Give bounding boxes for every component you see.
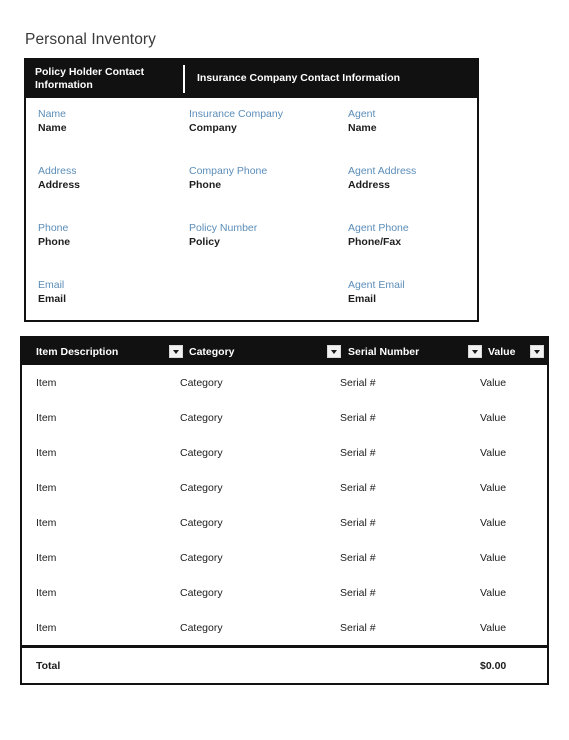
cell-category[interactable]: Category xyxy=(180,435,223,470)
field-insurance-company: Insurance Company Company xyxy=(189,107,283,136)
field-label: Agent Phone xyxy=(348,222,409,234)
field-label: Phone xyxy=(38,222,69,234)
field-name: Name Name xyxy=(38,107,67,136)
total-value: $0.00 xyxy=(480,659,507,672)
cell-item[interactable]: Item xyxy=(36,505,56,540)
table-row[interactable]: Item Category Serial # Value xyxy=(22,365,547,400)
cell-value[interactable]: Value xyxy=(480,435,506,470)
header-divider xyxy=(183,65,185,93)
field-label: Address xyxy=(38,165,77,177)
cell-item[interactable]: Item xyxy=(36,400,56,435)
cell-category[interactable]: Category xyxy=(180,575,223,610)
inventory-table: Item Description Category Serial Number … xyxy=(20,336,549,685)
field-label: Policy Number xyxy=(189,222,258,234)
filter-dropdown-item-description-icon[interactable] xyxy=(169,345,183,358)
cell-item[interactable]: Item xyxy=(36,540,56,575)
cell-value[interactable]: Value xyxy=(480,575,506,610)
field-agent-email: Agent Email Email xyxy=(348,278,405,307)
cell-value[interactable]: Value xyxy=(480,365,506,400)
cell-category[interactable]: Category xyxy=(180,365,223,400)
cell-serial[interactable]: Serial # xyxy=(340,575,376,610)
field-value[interactable]: Phone xyxy=(38,235,70,250)
filter-dropdown-value-icon[interactable] xyxy=(530,345,544,358)
field-label: Name xyxy=(38,108,67,120)
cell-serial[interactable]: Serial # xyxy=(340,470,376,505)
field-value[interactable]: Email xyxy=(38,292,66,307)
chevron-down-icon xyxy=(534,349,540,354)
column-header-serial-number[interactable]: Serial Number xyxy=(348,338,419,365)
cell-category[interactable]: Category xyxy=(180,540,223,575)
cell-serial[interactable]: Serial # xyxy=(340,435,376,470)
field-agent-phone: Agent Phone Phone/Fax xyxy=(348,221,409,250)
policy-holder-header: Policy Holder Contact Information xyxy=(35,65,145,92)
field-value[interactable]: Address xyxy=(348,178,416,193)
field-label: Agent Email xyxy=(348,279,405,291)
field-email: Email Email xyxy=(38,278,66,307)
field-value[interactable]: Policy xyxy=(189,235,257,250)
total-label: Total xyxy=(36,659,61,672)
filter-dropdown-serial-number-icon[interactable] xyxy=(468,345,482,358)
cell-category[interactable]: Category xyxy=(180,505,223,540)
field-value[interactable]: Company xyxy=(189,121,283,136)
chevron-down-icon xyxy=(331,349,337,354)
table-row[interactable]: Item Category Serial # Value xyxy=(22,540,547,575)
field-agent-address: Agent Address Address xyxy=(348,164,416,193)
filter-dropdown-category-icon[interactable] xyxy=(327,345,341,358)
table-row[interactable]: Item Category Serial # Value xyxy=(22,610,547,645)
field-label: Agent xyxy=(348,108,376,120)
field-address: Address Address xyxy=(38,164,80,193)
cell-value[interactable]: Value xyxy=(480,505,506,540)
field-value[interactable]: Name xyxy=(348,121,377,136)
field-agent: Agent Name xyxy=(348,107,377,136)
cell-category[interactable]: Category xyxy=(180,610,223,645)
cell-serial[interactable]: Serial # xyxy=(340,610,376,645)
chevron-down-icon xyxy=(173,349,179,354)
cell-serial[interactable]: Serial # xyxy=(340,365,376,400)
total-row: Total $0.00 xyxy=(22,645,547,683)
column-header-item-description[interactable]: Item Description xyxy=(36,338,118,365)
cell-serial[interactable]: Serial # xyxy=(340,540,376,575)
field-label: Agent Address xyxy=(348,165,417,177)
field-policy-number: Policy Number Policy xyxy=(189,221,257,250)
table-row[interactable]: Item Category Serial # Value xyxy=(22,575,547,610)
contact-fields-area: Name Name Address Address Phone Phone Em… xyxy=(26,98,477,320)
table-row[interactable]: Item Category Serial # Value xyxy=(22,505,547,540)
page-title: Personal Inventory xyxy=(25,31,157,48)
cell-item[interactable]: Item xyxy=(36,365,56,400)
cell-category[interactable]: Category xyxy=(180,470,223,505)
field-value[interactable]: Phone xyxy=(189,178,267,193)
cell-serial[interactable]: Serial # xyxy=(340,505,376,540)
field-label: Company Phone xyxy=(189,165,268,177)
table-row[interactable]: Item Category Serial # Value xyxy=(22,400,547,435)
cell-value[interactable]: Value xyxy=(480,400,506,435)
cell-value[interactable]: Value xyxy=(480,470,506,505)
cell-value[interactable]: Value xyxy=(480,540,506,575)
table-row[interactable]: Item Category Serial # Value xyxy=(22,435,547,470)
cell-category[interactable]: Category xyxy=(180,400,223,435)
cell-item[interactable]: Item xyxy=(36,610,56,645)
cell-value[interactable]: Value xyxy=(480,610,506,645)
cell-serial[interactable]: Serial # xyxy=(340,400,376,435)
contact-panel-header: Policy Holder Contact Information Insura… xyxy=(26,60,477,98)
chevron-down-icon xyxy=(472,349,478,354)
insurance-company-header: Insurance Company Contact Information xyxy=(197,72,401,85)
table-row[interactable]: Item Category Serial # Value xyxy=(22,470,547,505)
field-value[interactable]: Email xyxy=(348,292,405,307)
column-header-category[interactable]: Category xyxy=(189,338,235,365)
field-phone: Phone Phone xyxy=(38,221,70,250)
field-company-phone: Company Phone Phone xyxy=(189,164,267,193)
inventory-table-header-row: Item Description Category Serial Number … xyxy=(22,338,547,365)
field-label: Email xyxy=(38,279,65,291)
cell-item[interactable]: Item xyxy=(36,575,56,610)
field-value[interactable]: Phone/Fax xyxy=(348,235,409,250)
cell-item[interactable]: Item xyxy=(36,470,56,505)
field-label: Insurance Company xyxy=(189,108,283,120)
column-header-value[interactable]: Value xyxy=(488,338,515,365)
contact-information-panel: Policy Holder Contact Information Insura… xyxy=(24,58,479,322)
field-value[interactable]: Name xyxy=(38,121,67,136)
cell-item[interactable]: Item xyxy=(36,435,56,470)
inventory-table-body: Item Category Serial # Value Item Catego… xyxy=(22,365,547,645)
field-value[interactable]: Address xyxy=(38,178,80,193)
